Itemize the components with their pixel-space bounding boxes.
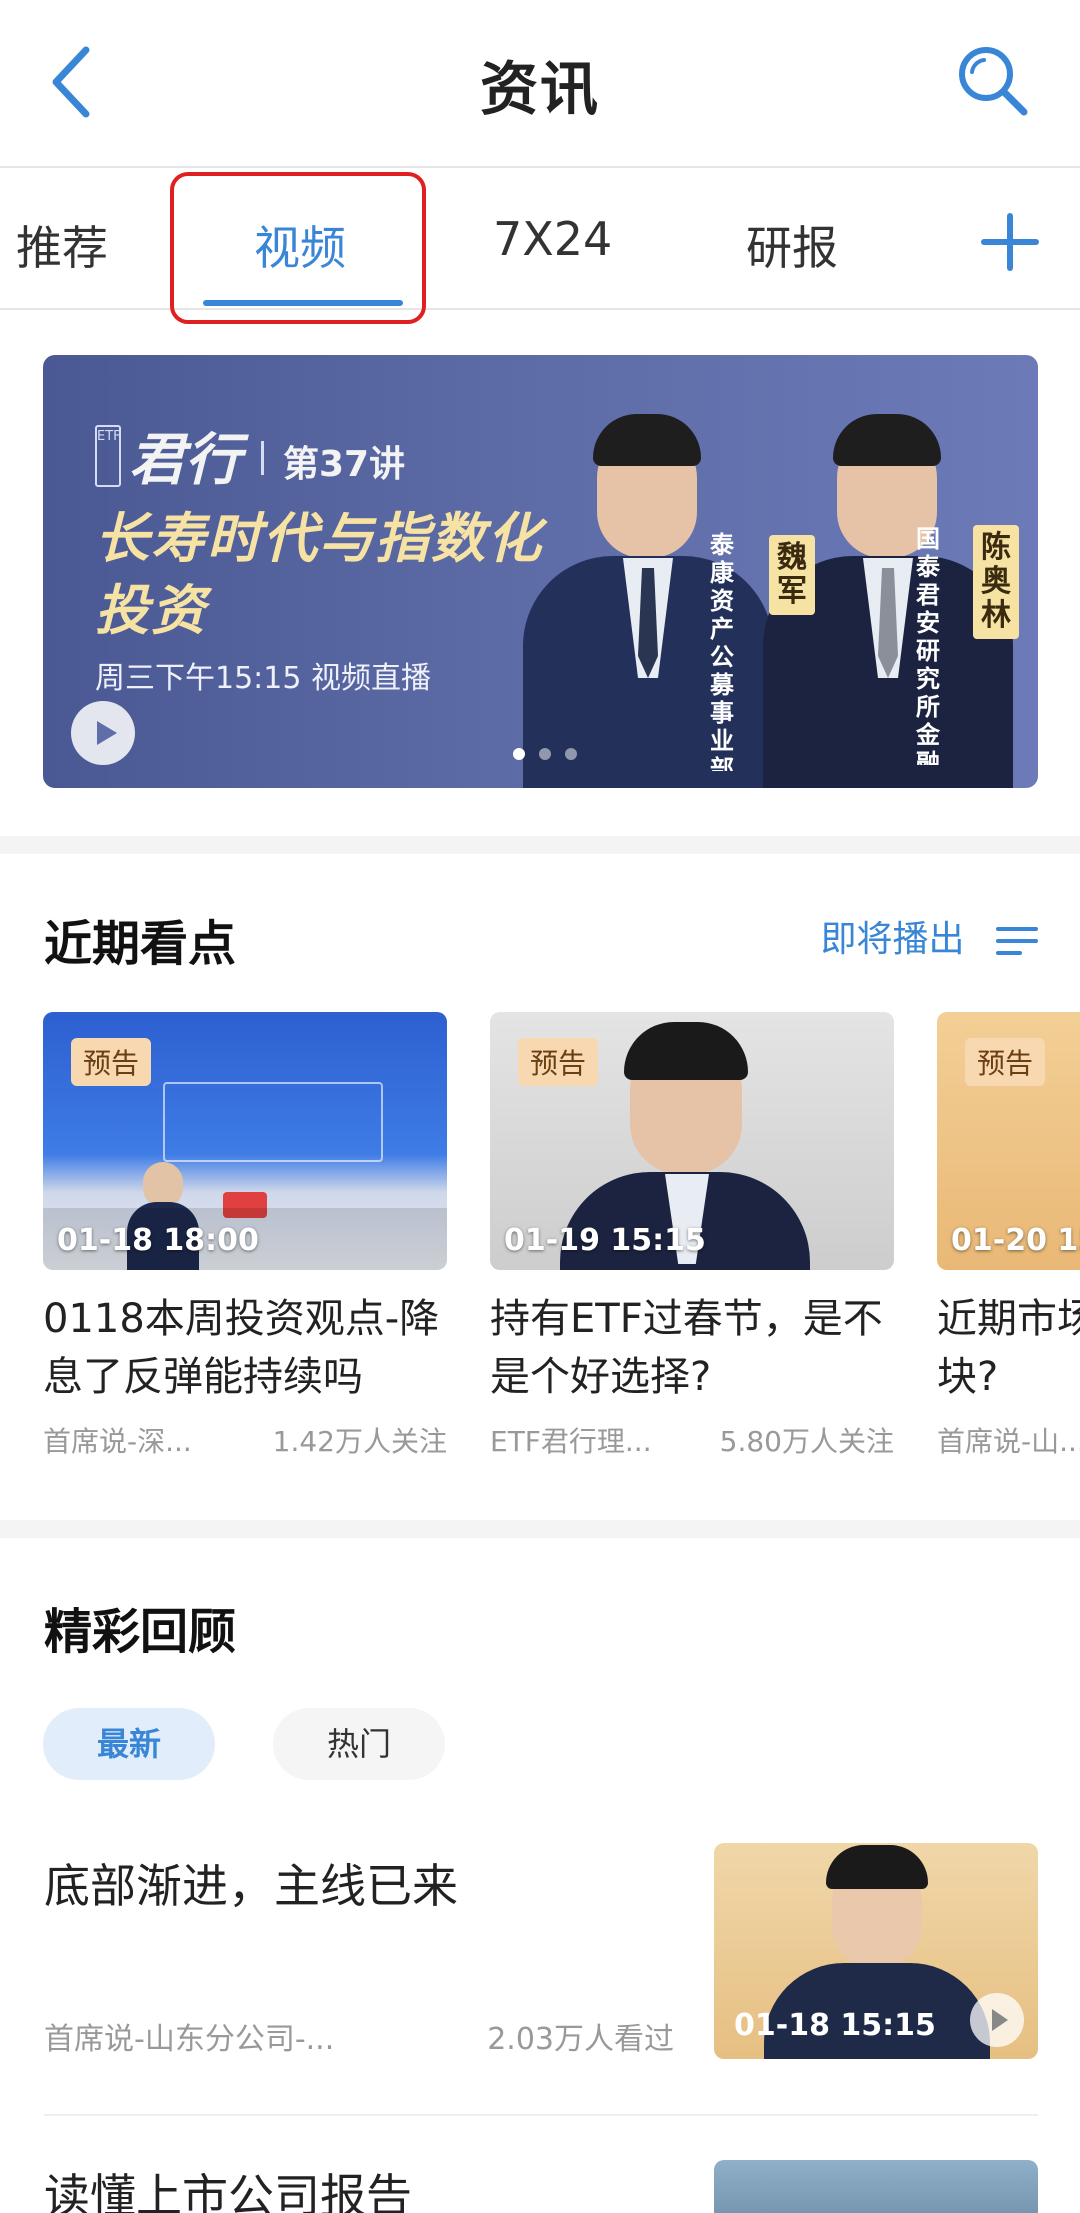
card-time: 01-19 15:15 <box>504 1223 706 1258</box>
preview-badge: 预告 <box>71 1038 152 1086</box>
carousel-dot[interactable] <box>565 748 577 760</box>
play-icon[interactable] <box>71 701 135 765</box>
card-source: 首席说-深... <box>43 1425 192 1458</box>
tab-highlight-box <box>170 172 426 324</box>
banner-brand: 君行 <box>129 427 241 493</box>
card-followers: 5.80万人关注 <box>719 1425 894 1458</box>
category-tabs: 推荐 视频 7X24 研报 <box>0 170 1080 310</box>
tab-research[interactable]: 研报 <box>746 212 838 278</box>
filter-latest[interactable]: 最新 <box>43 1708 216 1780</box>
banner-episode: 第37讲 <box>283 444 406 485</box>
card-source: 首席说-山... <box>937 1425 1080 1458</box>
review-time: 01-18 15:15 <box>734 2008 936 2043</box>
card-time: 01-20 15 <box>951 1223 1080 1258</box>
section-gap <box>0 836 1080 854</box>
screen: 资讯 推荐 视频 7X24 研报 ETF 君行 第37讲 长寿时代与指数化投资 … <box>0 0 1080 2213</box>
preview-badge: 预告 <box>518 1038 599 1086</box>
play-icon[interactable] <box>970 1993 1024 2047</box>
card-thumbnail: 预告 01-18 18:00 <box>43 1012 447 1270</box>
review-source: 首席说-山东分公司-... <box>44 2022 335 2057</box>
upcoming-link[interactable]: 即将播出 <box>821 910 1038 962</box>
card-title: 持有ETF过春节，是不是个好选择? <box>490 1296 883 1400</box>
preview-badge: 预告 <box>965 1038 1046 1086</box>
review-thumbnail[interactable]: 01-18 15:15 <box>714 1843 1038 2059</box>
card-source: ETF君行理... <box>490 1425 652 1458</box>
review-item-title[interactable]: 读懂上市公司报告 <box>44 2160 412 2213</box>
card-meta: 首席说-深... 1.42万人关注 <box>43 1420 447 1460</box>
banner-title: 长寿时代与指数化投资 <box>95 507 543 642</box>
recent-section-title: 近期看点 <box>44 916 237 972</box>
banner-divider <box>261 441 264 475</box>
etf-mark: ETF <box>95 425 121 487</box>
carousel-dot[interactable] <box>513 748 525 760</box>
top-bar: 资讯 <box>0 0 1080 168</box>
carousel-dot[interactable] <box>539 748 551 760</box>
page-title: 资讯 <box>479 55 600 123</box>
speaker-title-1: 泰康资产公募事业部量化投资总监 <box>710 531 734 771</box>
card-time: 01-18 18:00 <box>57 1223 259 1258</box>
banner-subtitle: 周三下午15:15 视频直播 <box>95 661 431 696</box>
tab-recommend[interactable]: 推荐 <box>16 212 108 278</box>
section-gap <box>0 1520 1080 1538</box>
review-views: 2.03万人看过 <box>487 2022 674 2057</box>
card-followers: 1.42万人关注 <box>272 1425 447 1458</box>
list-divider <box>44 2114 1038 2116</box>
recent-card-2[interactable]: 预告 01-19 15:15 持有ETF过春节，是不是个好选择? ETF君行理.… <box>490 1012 894 1460</box>
tab-7x24[interactable]: 7X24 <box>493 212 612 266</box>
search-icon[interactable] <box>954 42 1030 118</box>
plus-icon[interactable] <box>980 212 1040 272</box>
speaker-name-2: 陈奥林 <box>973 525 1019 639</box>
card-meta: 首席说-山... <box>937 1420 1080 1460</box>
review-item-meta: 首席说-山东分公司-... 2.03万人看过 <box>44 2014 674 2058</box>
card-title: 近期市场板块? <box>937 1296 1080 1400</box>
card-thumbnail: 预告 01-19 15:15 <box>490 1012 894 1270</box>
upcoming-label: 即将播出 <box>820 919 965 960</box>
filter-hot[interactable]: 热门 <box>273 1708 446 1780</box>
review-item-title[interactable]: 底部渐进，主线已来 <box>44 1850 458 1916</box>
card-meta: ETF君行理... 5.80万人关注 <box>490 1420 894 1460</box>
list-icon <box>996 927 1038 955</box>
promo-banner[interactable]: ETF 君行 第37讲 长寿时代与指数化投资 周三下午15:15 视频直播 魏军… <box>43 355 1038 788</box>
review-section-title: 精彩回顾 <box>44 1604 237 1660</box>
carousel-dots <box>513 745 591 761</box>
card-title: 0118本周投资观点-降息了反弹能持续吗 <box>43 1296 440 1400</box>
recent-card-3[interactable]: 预告 01-20 15 近期市场板块? 首席说-山... <box>937 1012 1080 1460</box>
speaker-name-1: 魏军 <box>769 535 815 615</box>
recent-card-1[interactable]: 预告 01-18 18:00 0118本周投资观点-降息了反弹能持续吗 首席说-… <box>43 1012 447 1460</box>
speaker-title-2: 国泰君安研究所金融工程首席分析师 <box>916 525 940 765</box>
card-thumbnail: 预告 01-20 15 <box>937 1012 1080 1270</box>
review-thumbnail[interactable] <box>714 2160 1038 2213</box>
